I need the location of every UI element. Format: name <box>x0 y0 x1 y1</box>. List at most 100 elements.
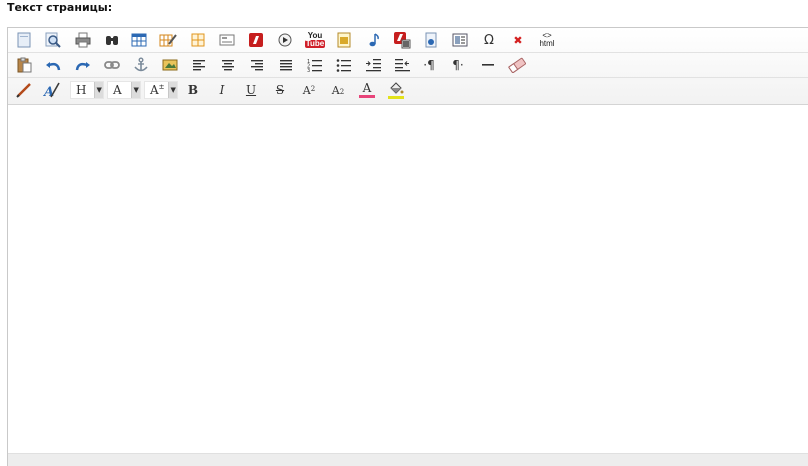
align-center-button[interactable] <box>218 55 238 75</box>
insert-flash-button[interactable] <box>246 30 266 50</box>
insert-image-button[interactable] <box>160 55 180 75</box>
remove-button[interactable]: ✖ <box>508 30 528 50</box>
editor-content-area[interactable] <box>8 105 808 455</box>
superscript-mark: 2 <box>310 84 316 93</box>
align-right-button[interactable] <box>247 55 267 75</box>
font-size-select[interactable]: A ± ▼ <box>144 81 178 99</box>
flash-icon <box>249 33 263 47</box>
omega-icon: Ω <box>484 32 494 48</box>
red-x-icon: ✖ <box>513 33 523 47</box>
preview-button[interactable] <box>43 30 63 50</box>
heading-select-value: H <box>76 83 87 97</box>
subscript-button[interactable]: A2 <box>328 80 348 100</box>
chevron-down-icon: ▼ <box>94 82 103 98</box>
outdent-button[interactable] <box>392 55 412 75</box>
insert-media-button[interactable] <box>275 30 295 50</box>
paragraph-ltr-icon: ·¶ <box>423 58 435 72</box>
insert-youtube-button[interactable]: You Tube <box>304 30 326 50</box>
underline-button[interactable]: U <box>241 80 261 100</box>
insert-document-button[interactable] <box>421 30 441 50</box>
italic-button[interactable]: I <box>212 80 232 100</box>
insert-table-button[interactable] <box>129 30 149 50</box>
new-document-button[interactable] <box>14 30 34 50</box>
eraser-icon <box>508 57 526 73</box>
new-document-icon <box>17 32 31 48</box>
subscript-mark: 2 <box>339 87 345 96</box>
insert-audio-button[interactable] <box>363 30 383 50</box>
style-paint-icon: A <box>42 82 60 99</box>
indent-button[interactable] <box>363 55 383 75</box>
font-select-value: A <box>113 83 122 97</box>
ltr-paragraph-button[interactable]: ·¶ <box>419 55 439 75</box>
bold-button[interactable]: B <box>183 80 203 100</box>
editor-toolbar: You Tube Ω ✖ <> html 1 2 3 ·¶ ¶· A H ▼ A… <box>8 28 808 105</box>
page-template-button[interactable] <box>450 30 470 50</box>
superscript-button[interactable]: A2 <box>299 80 319 100</box>
subscript-base: A <box>331 83 340 97</box>
heading-select[interactable]: H ▼ <box>70 81 104 99</box>
paint-bucket-icon <box>390 81 404 94</box>
toolbar-row-2: 123 ·¶ ¶· <box>8 53 808 78</box>
field-label: Текст страницы: <box>7 1 113 14</box>
indent-icon <box>366 59 381 72</box>
youtube-text-tube: Tube <box>304 39 326 48</box>
toolbar-row-1: You Tube Ω ✖ <> html <box>8 28 808 53</box>
pencil-icon <box>16 83 31 98</box>
numbered-list-button[interactable]: 123 <box>305 55 325 75</box>
format-painter-button[interactable] <box>14 80 34 100</box>
bulleted-list-icon <box>336 59 351 72</box>
insert-image-gallery-button[interactable] <box>334 30 354 50</box>
font-color-bar <box>359 95 375 98</box>
strikethrough-button[interactable]: S <box>270 80 290 100</box>
insert-form-button[interactable] <box>217 30 237 50</box>
redo-button[interactable] <box>73 55 93 75</box>
outdent-icon <box>395 59 410 72</box>
print-button[interactable] <box>73 30 93 50</box>
bulleted-list-button[interactable] <box>334 55 354 75</box>
gallery-icon <box>337 32 351 48</box>
music-note-icon <box>369 33 379 47</box>
font-select[interactable]: A ▼ <box>107 81 141 99</box>
align-left-button[interactable] <box>189 55 209 75</box>
chain-link-icon <box>104 61 120 69</box>
clear-formatting-button[interactable] <box>507 55 527 75</box>
edit-table-button[interactable] <box>158 30 178 50</box>
font-size-select-value: A ± <box>145 83 168 97</box>
background-color-button[interactable] <box>386 80 406 100</box>
rich-text-editor: You Tube Ω ✖ <> html 1 2 3 ·¶ ¶· A H ▼ A… <box>7 27 808 466</box>
styles-button[interactable]: A <box>41 80 61 100</box>
undo-button[interactable] <box>43 55 63 75</box>
font-size-mark: ± <box>158 83 165 91</box>
table-edit-icon <box>159 34 177 47</box>
clipboard-icon <box>17 57 32 73</box>
align-right-icon <box>251 60 263 71</box>
find-button[interactable] <box>102 30 122 50</box>
magnifier-icon <box>45 32 61 48</box>
html-icon-label: html <box>539 39 555 48</box>
numbered-list-icon: 123 <box>307 59 322 72</box>
table-cells-button[interactable] <box>188 30 208 50</box>
insert-link-button[interactable] <box>102 55 122 75</box>
align-left-icon <box>193 60 205 71</box>
printer-icon <box>75 32 91 48</box>
flash-video-icon <box>394 32 411 49</box>
insert-anchor-button[interactable] <box>131 55 151 75</box>
template-icon <box>452 33 468 47</box>
align-center-icon <box>222 60 234 71</box>
italic-icon: I <box>219 83 225 97</box>
rtl-paragraph-button[interactable]: ¶· <box>448 55 468 75</box>
strikethrough-icon: S <box>275 83 285 97</box>
paste-button[interactable] <box>14 55 34 75</box>
binoculars-icon <box>106 36 118 45</box>
html-source-button[interactable]: <> html <box>536 30 558 50</box>
svg-text:A: A <box>42 85 54 99</box>
youtube-icon: You Tube <box>304 32 326 48</box>
image-icon <box>162 59 178 71</box>
font-color-button[interactable]: A <box>357 80 377 100</box>
special-character-button[interactable]: Ω <box>479 30 499 50</box>
horizontal-rule-button[interactable] <box>478 55 498 75</box>
grid-icon <box>191 33 205 47</box>
html-icon: <> html <box>539 32 554 48</box>
insert-flash-video-button[interactable] <box>392 30 412 50</box>
align-justify-button[interactable] <box>276 55 296 75</box>
